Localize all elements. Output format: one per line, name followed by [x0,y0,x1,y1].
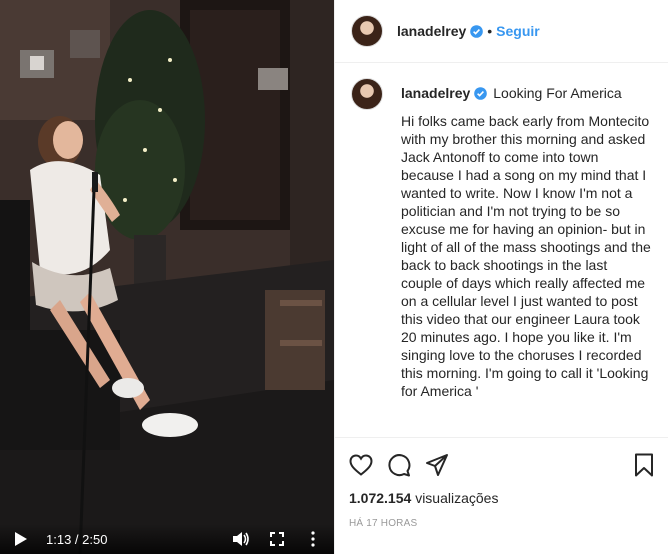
video-controls: 1:13 / 2:50 [0,524,334,554]
caption-username[interactable]: lanadelrey [401,84,470,102]
play-button[interactable] [10,528,32,550]
post-actions: 1.072.154 visualizações HÁ 17 HORAS [335,437,668,529]
caption-avatar[interactable] [351,78,383,110]
video-player[interactable]: 1:13 / 2:50 [0,0,334,554]
view-count[interactable]: 1.072.154 visualizações [349,490,656,506]
caption-body: lanadelrey Looking For America Hi folks … [401,84,652,400]
comment-button[interactable] [387,453,411,477]
heart-icon [349,454,373,476]
video-time: 1:13 / 2:50 [46,532,107,547]
current-time: 1:13 [46,531,72,547]
caption-title: lanadelrey Looking For America [401,84,652,102]
views-number: 1.072.154 [349,490,412,506]
bookmark-icon [635,453,653,477]
share-icon [426,454,448,476]
comments-area[interactable]: lanadelrey Looking For America Hi folks … [335,64,668,437]
verified-badge-icon [470,24,484,38]
caption: lanadelrey Looking For America Hi folks … [351,78,652,400]
comment-icon [388,454,411,477]
video-frame [0,0,334,554]
avatar[interactable] [351,15,383,47]
volume-button[interactable] [230,528,252,550]
fullscreen-icon [270,532,284,546]
post-details: lanadelrey • Seguir lanadelrey Looking F… [334,0,668,554]
volume-icon [233,532,249,546]
save-button[interactable] [634,453,654,477]
duration: 2:50 [82,531,108,547]
post-timestamp[interactable]: HÁ 17 HORAS [349,518,656,529]
views-label: visualizações [415,490,499,506]
post-header: lanadelrey • Seguir [335,0,668,63]
share-button[interactable] [425,453,449,477]
verified-badge-icon [474,86,488,100]
caption-text: Hi folks came back early from Montecito … [401,113,655,399]
play-icon [15,532,27,546]
caption-heading: Looking For America [493,85,622,101]
username[interactable]: lanadelrey [397,23,466,39]
like-button[interactable] [349,454,373,476]
more-icon [311,531,315,547]
fullscreen-button[interactable] [266,528,288,550]
time-separator: / [71,531,83,547]
action-icons [349,448,656,482]
follow-button[interactable]: Seguir [496,23,540,39]
separator-dot: • [487,23,493,39]
more-options-button[interactable] [302,528,324,550]
